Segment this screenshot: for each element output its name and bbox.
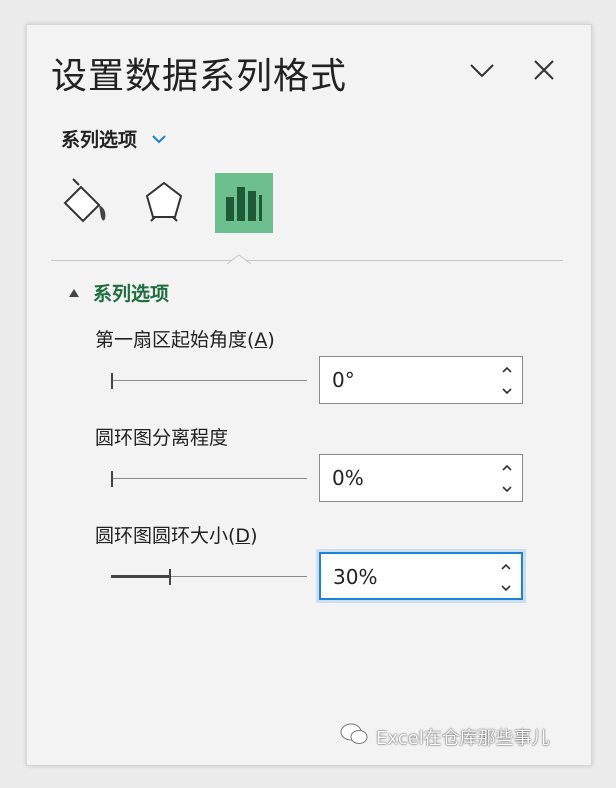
active-tab-caret <box>226 251 252 270</box>
pane-title: 设置数据系列格式 <box>51 56 348 97</box>
doughnut-explosion-spinbox[interactable] <box>319 454 523 502</box>
chevron-down-icon[interactable] <box>499 581 513 595</box>
field-label-text: 第一扇区起始角度( <box>95 329 255 351</box>
paint-bucket-icon <box>55 173 113 233</box>
pentagon-icon <box>135 173 193 233</box>
doughnut-explosion-slider[interactable] <box>111 468 307 490</box>
field-label-text: 圆环图圆环大小( <box>95 525 236 547</box>
first-slice-angle-slider[interactable] <box>111 370 307 392</box>
field-label-text: 圆环图分离程度 <box>95 427 229 449</box>
doughnut-explosion-label: 圆环图分离程度 <box>95 423 228 450</box>
series-options-section-header[interactable]: 系列选项 <box>69 279 169 306</box>
doughnut-explosion-input[interactable] <box>332 455 482 501</box>
access-key: A <box>254 329 268 351</box>
wechat-logo-icon <box>340 722 368 751</box>
watermark: Excel在仓库那些事儿 <box>340 722 550 751</box>
field-label-end: ) <box>267 329 275 351</box>
field-label-end: ) <box>250 525 258 547</box>
first-slice-angle-spinbox[interactable] <box>319 356 523 404</box>
tab-divider <box>51 260 563 261</box>
fill-line-tab[interactable] <box>55 173 113 233</box>
options-dropdown-label: 系列选项 <box>61 129 138 151</box>
chevron-down-icon[interactable] <box>500 482 514 496</box>
slider-fill <box>111 575 170 578</box>
doughnut-hole-size-spinbox[interactable] <box>319 552 523 600</box>
chevron-down-icon <box>467 55 497 85</box>
bar-chart-icon <box>215 173 273 233</box>
doughnut-hole-size-slider[interactable] <box>111 566 307 588</box>
close-icon <box>529 55 559 85</box>
slider-thumb[interactable] <box>111 471 113 487</box>
slider-thumb[interactable] <box>111 373 113 389</box>
first-slice-angle-input[interactable] <box>332 357 482 403</box>
first-slice-angle-label: 第一扇区起始角度(A) <box>95 325 275 352</box>
chevron-up-icon[interactable] <box>500 363 514 377</box>
series-options-dropdown[interactable]: 系列选项 <box>61 125 167 152</box>
chevron-up-icon[interactable] <box>499 560 513 574</box>
series-options-tab[interactable] <box>215 173 273 233</box>
slider-thumb[interactable] <box>169 569 171 585</box>
chevron-up-icon[interactable] <box>500 461 514 475</box>
slider-track <box>111 380 307 381</box>
access-key: D <box>235 525 251 547</box>
doughnut-hole-size-input[interactable] <box>333 554 483 600</box>
close-pane-button[interactable] <box>529 55 559 85</box>
effects-tab[interactable] <box>135 173 193 233</box>
chevron-down-icon <box>151 128 167 150</box>
section-title: 系列选项 <box>93 283 170 305</box>
watermark-text: Excel在仓库那些事儿 <box>376 727 550 749</box>
doughnut-hole-size-label: 圆环图圆环大小(D) <box>95 521 257 548</box>
collapse-triangle-icon <box>69 288 79 297</box>
format-data-series-pane: 设置数据系列格式 系列选项 系列选项 第一扇区起始角度(A) 0° 圆环图分离程… <box>26 24 592 766</box>
chevron-down-icon[interactable] <box>500 384 514 398</box>
slider-track <box>111 478 307 479</box>
collapse-pane-button[interactable] <box>467 55 497 85</box>
